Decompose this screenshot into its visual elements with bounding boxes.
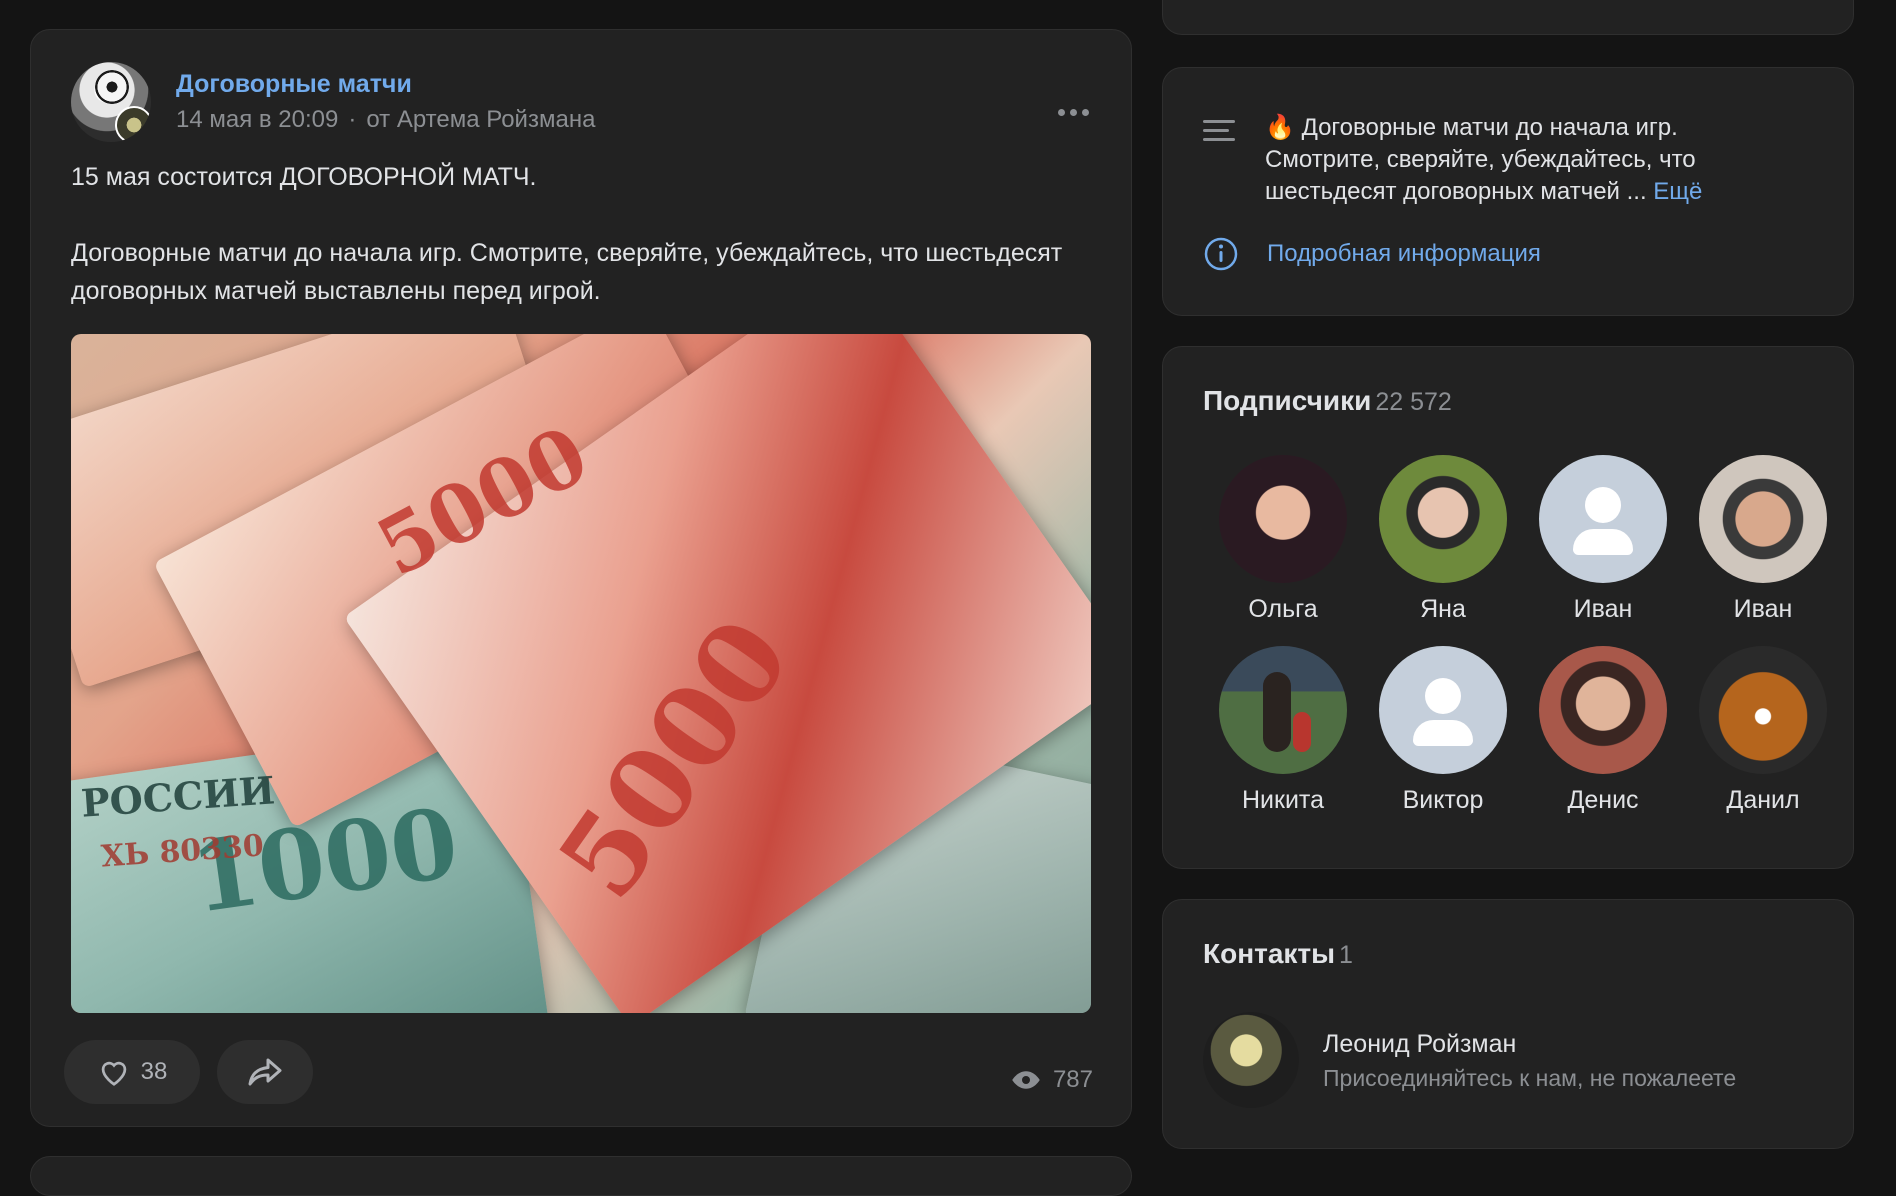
- subscriber-name: Данил: [1726, 786, 1800, 814]
- contact-avatar[interactable]: [1203, 1012, 1299, 1108]
- like-button[interactable]: 38: [64, 1040, 200, 1104]
- info-icon: [1204, 237, 1238, 271]
- avatar-placeholder: [1539, 455, 1667, 583]
- post-text: 15 мая состоится ДОГОВОРНОЙ МАТЧ. Догово…: [71, 163, 1063, 305]
- post-from[interactable]: от Артема Ройзмана: [366, 106, 595, 133]
- sidebar-top-card: [1162, 0, 1854, 35]
- share-icon: [248, 1058, 282, 1086]
- contacts-card: Контакты 1 Леонид Ройзман Присоединяйтесь…: [1162, 899, 1854, 1149]
- contact-description: Присоединяйтесь к нам, не пожалеете: [1323, 1065, 1737, 1091]
- subscribers-count: 22 572: [1375, 388, 1452, 416]
- subscriber-item[interactable]: Яна: [1363, 455, 1523, 624]
- avatar: [1699, 455, 1827, 583]
- subscriber-item[interactable]: Данил: [1683, 646, 1843, 815]
- fire-icon: 🔥: [1265, 114, 1295, 141]
- avatar: [1379, 455, 1507, 583]
- subscriber-item[interactable]: Денис: [1523, 646, 1683, 815]
- contacts-title[interactable]: Контакты 1: [1203, 938, 1353, 970]
- subscriber-name: Иван: [1733, 595, 1793, 623]
- description-body: Договорные матчи до начала игр. Смотрите…: [1265, 114, 1696, 205]
- group-avatar[interactable]: [71, 62, 151, 142]
- subscriber-name: Яна: [1420, 595, 1466, 623]
- post-author-link[interactable]: Договорные матчи: [176, 70, 412, 99]
- group-info-card: 🔥 Договорные матчи до начала игр. Смотри…: [1162, 67, 1854, 316]
- group-description: 🔥 Договорные матчи до начала игр. Смотри…: [1203, 112, 1765, 208]
- avatar: [1699, 646, 1827, 774]
- heart-icon: [101, 1061, 126, 1086]
- details-link[interactable]: Подробная информация: [1267, 240, 1541, 268]
- eye-icon: [1012, 1071, 1040, 1089]
- subscribers-title[interactable]: Подписчики 22 572: [1203, 385, 1452, 417]
- avatar-placeholder: [1379, 646, 1507, 774]
- subscriber-name: Ольга: [1248, 595, 1318, 623]
- more-options-icon[interactable]: [1053, 102, 1093, 122]
- wall-post: Договорные матчи 14 мая в 20:09 · от Артем…: [30, 29, 1132, 1127]
- avatar: [1539, 646, 1667, 774]
- avatar: [1219, 455, 1347, 583]
- post-image[interactable]: 5000 1000 5000 РОССИИ ХЬ 80330: [71, 334, 1091, 1013]
- subscriber-item[interactable]: Иван: [1683, 455, 1843, 624]
- subscriber-name: Виктор: [1402, 786, 1484, 814]
- subscriber-name: Денис: [1567, 786, 1639, 814]
- next-post-stub: [30, 1156, 1132, 1196]
- post-date[interactable]: 14 мая в 20:09: [176, 106, 338, 133]
- subscriber-item[interactable]: Виктор: [1363, 646, 1523, 815]
- post-meta: 14 мая в 20:09 · от Артема Ройзмана: [176, 106, 595, 134]
- separator-dot: ·: [348, 106, 357, 133]
- subscriber-item[interactable]: Иван: [1523, 455, 1683, 624]
- contact-name[interactable]: Леонид Ройзман: [1323, 1030, 1516, 1059]
- read-more-link[interactable]: Ещё: [1653, 178, 1702, 205]
- subscriber-item[interactable]: Ольга: [1203, 455, 1363, 624]
- subscriber-item[interactable]: Никита: [1203, 646, 1363, 815]
- views-counter: 787: [1011, 1066, 1093, 1094]
- subscribers-grid: Ольга Яна Иван Иван Никита Виктор Денис: [1203, 455, 1827, 815]
- subscribers-card: Подписчики 22 572 Ольга Яна Иван Иван Ник…: [1162, 346, 1854, 869]
- description-text: 🔥 Договорные матчи до начала игр. Смотри…: [1265, 112, 1765, 208]
- contacts-count: 1: [1339, 941, 1353, 969]
- football-icon: [95, 70, 129, 104]
- subscriber-name: Иван: [1573, 595, 1633, 623]
- author-badge: [115, 106, 151, 142]
- subscriber-name: Никита: [1242, 786, 1324, 814]
- avatar: [1219, 646, 1347, 774]
- details-row[interactable]: Подробная информация: [1203, 236, 1541, 272]
- views-count: 787: [1052, 1066, 1093, 1093]
- description-lines-icon: [1203, 120, 1235, 141]
- post-actions: 38: [64, 1040, 313, 1104]
- share-button[interactable]: [217, 1040, 313, 1104]
- like-count: 38: [140, 1058, 168, 1085]
